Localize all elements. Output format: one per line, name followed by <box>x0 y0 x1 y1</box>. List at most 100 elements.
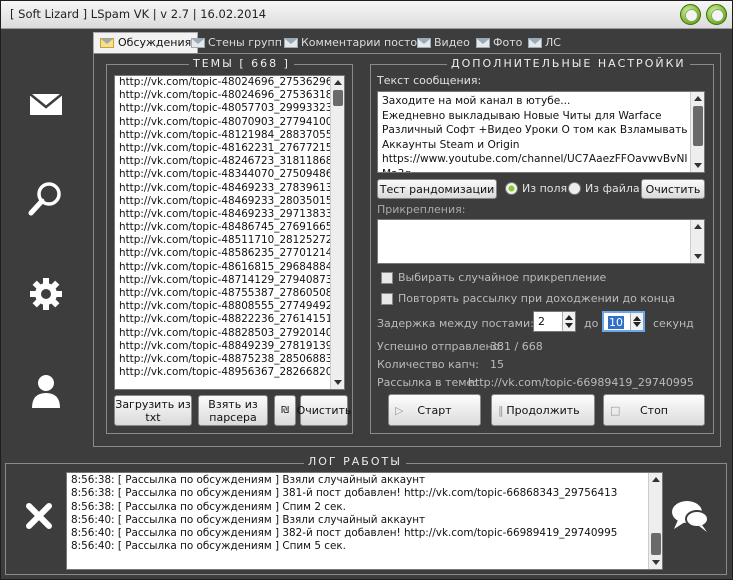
delay-to-label: до <box>584 317 599 330</box>
repeat-mailing-checkbox[interactable] <box>381 293 393 305</box>
log-scrollbar[interactable] <box>648 473 662 569</box>
topic-row[interactable]: http://vk.com/topic-48808555_27749492 <box>115 300 344 313</box>
log-panel: ЛОГ РАБОТЫ 8:56:38: [ Рассылка по обсужд… <box>5 455 727 575</box>
log-row: 8:56:40: [ Рассылка по обсуждениям ] 382… <box>71 527 618 540</box>
topic-row[interactable]: http://vk.com/topic-48162231_27677215 <box>115 142 344 155</box>
log-textarea[interactable]: 8:56:38: [ Рассылка по обсуждениям ] Взя… <box>66 472 663 570</box>
topic-row[interactable]: http://vk.com/topic-48755387_27860508 <box>115 287 344 300</box>
topic-row[interactable]: http://vk.com/topic-48121984_28837055 <box>115 129 344 142</box>
message-scrollbar[interactable] <box>690 92 704 172</box>
envelope-icon <box>417 38 431 48</box>
random-attachment-label: Выбирать случайное прикрепление <box>398 271 607 284</box>
captcha-value: 15 <box>490 358 504 371</box>
log-row: 8:56:40: [ Рассылка по обсуждениям ] Взя… <box>71 513 426 526</box>
app-window: [ Soft Lizard ] LSpam VK | v 2.7 | 16.02… <box>0 0 733 580</box>
envelope-icon <box>100 38 114 48</box>
topics-panel: ТЕМЫ [ 668 ] http://vk.com/topic-4802469… <box>106 57 353 434</box>
topic-row[interactable]: http://vk.com/topic-48469233_28035015 <box>115 195 344 208</box>
envelope-icon <box>191 38 205 48</box>
tab-content: ТЕМЫ [ 668 ] http://vk.com/topic-4802469… <box>93 53 721 447</box>
tab-private-messages[interactable]: ЛС <box>526 35 561 52</box>
topics-list[interactable]: http://vk.com/topic-48024696_27536296 htt… <box>114 75 345 390</box>
tab-photo[interactable]: Фото <box>474 35 522 52</box>
from-field-radio[interactable] <box>505 182 518 195</box>
continue-label: Продолжить <box>506 403 580 417</box>
search-icon[interactable] <box>27 179 65 217</box>
tab-label: Видео <box>434 36 470 49</box>
spinner-arrows-icon[interactable] <box>630 313 643 330</box>
close-button[interactable] <box>706 4 727 25</box>
topic-row[interactable]: http://vk.com/topic-48246723_31811868 <box>115 155 344 168</box>
start-button[interactable]: ▷ Старт <box>388 394 481 426</box>
tab-discussions[interactable]: Обсуждения <box>93 32 199 53</box>
attachments-textarea[interactable] <box>377 219 705 264</box>
continue-button[interactable]: ‖ Продолжить <box>491 394 595 426</box>
delay-to-spinner[interactable]: 10 <box>602 311 645 332</box>
topic-row[interactable]: http://vk.com/topic-48070903_27794100 <box>115 116 344 129</box>
log-legend: ЛОГ РАБОТЫ <box>304 455 406 468</box>
message-textarea[interactable]: Заходите на мой канал в ютубе... Ежедневн… <box>377 91 705 173</box>
minimize-button[interactable] <box>680 4 701 25</box>
current-topic-label: Рассылка в теме: <box>377 376 477 389</box>
message-line: Аккаунты Steam и Origin <box>382 138 520 151</box>
tab-label: Фото <box>493 36 523 49</box>
envelope-icon <box>528 38 542 48</box>
load-from-txt-button[interactable]: Загрузить из txt <box>114 395 192 426</box>
tab-label: Стены групп <box>208 36 282 49</box>
clear-topics-button[interactable]: Очистить <box>297 395 351 426</box>
gear-icon[interactable] <box>27 275 65 313</box>
topic-row[interactable]: http://vk.com/topic-48714129_27940873 <box>115 274 344 287</box>
topic-row[interactable]: http://vk.com/topic-48344070_27509486 <box>115 168 344 181</box>
topic-row[interactable]: http://vk.com/topic-48469233_29713833 <box>115 208 344 221</box>
user-icon[interactable] <box>27 371 65 409</box>
take-from-parser-button[interactable]: Взять из парсера <box>198 395 268 426</box>
random-attachment-checkbox[interactable] <box>381 272 393 284</box>
tab-bar: Обсуждения Стены групп Комментарии посто… <box>93 32 643 53</box>
refresh-button[interactable]: ₪ <box>274 395 296 426</box>
topic-row[interactable]: http://vk.com/topic-48956367_28266820 <box>115 366 344 379</box>
tab-group-walls[interactable]: Стены групп <box>189 35 282 52</box>
topic-row[interactable]: http://vk.com/topic-48828503_27920140 <box>115 327 344 340</box>
delay-from-spinner[interactable]: 2 <box>533 311 576 332</box>
message-line: Заходите на мой канал в ютубе... <box>382 95 571 107</box>
clear-message-button[interactable]: Очистить <box>641 179 705 199</box>
chat-icon[interactable] <box>670 498 710 534</box>
topic-row[interactable]: http://vk.com/topic-48849239_27819139 <box>115 340 344 353</box>
stop-button[interactable]: □ Стоп <box>603 394 705 426</box>
tab-post-comments[interactable]: Комментарии постов <box>282 35 424 52</box>
topic-row[interactable]: http://vk.com/topic-48486745_27691665 <box>115 221 344 234</box>
spinner-arrows-icon[interactable] <box>562 312 575 331</box>
topics-legend: ТЕМЫ [ 668 ] <box>189 57 294 70</box>
topic-row[interactable]: http://vk.com/topic-48586235_27701214 <box>115 247 344 260</box>
play-icon: ▷ <box>395 404 404 417</box>
title-bar[interactable]: [ Soft Lizard ] LSpam VK | v 2.7 | 16.02… <box>1 1 732 29</box>
mail-icon[interactable] <box>27 85 65 123</box>
topic-row[interactable]: http://vk.com/topic-48057703_29993323 <box>115 102 344 115</box>
message-label: Текст сообщения: <box>377 74 482 87</box>
log-row: 8:56:38: [ Рассылка по обсуждениям ] Взя… <box>71 474 426 486</box>
stop-label: Стоп <box>639 403 668 417</box>
close-icon[interactable] <box>24 501 54 531</box>
attachments-scrollbar[interactable] <box>690 220 704 263</box>
log-row: 8:56:38: [ Рассылка по обсуждениям ] 381… <box>71 487 618 500</box>
message-line: Различный Софт +Видео Уроки О том как Вз… <box>382 124 688 136</box>
topic-row[interactable]: http://vk.com/topic-48024696_27536318 <box>115 89 344 102</box>
tab-label: Комментарии постов <box>301 36 424 49</box>
log-row: 8:56:40: [ Рассылка по обсуждениям ] Спи… <box>71 540 346 553</box>
from-field-label: Из поля <box>522 182 568 195</box>
tab-video[interactable]: Видео <box>415 35 470 52</box>
topic-row[interactable]: http://vk.com/topic-48511710_28125272 <box>115 234 344 247</box>
topic-row[interactable]: http://vk.com/topic-48024696_27536296 <box>115 76 344 89</box>
envelope-icon <box>284 38 298 48</box>
tab-label: ЛС <box>545 36 561 49</box>
topic-row[interactable]: http://vk.com/topic-48469233_27839613 <box>115 182 344 195</box>
message-line: Ma3g <box>382 167 688 173</box>
test-randomization-button[interactable]: Тест рандомизации <box>377 179 497 199</box>
topics-scrollbar[interactable] <box>330 76 344 389</box>
attachments-label: Прикрепления: <box>377 203 466 216</box>
topic-row[interactable]: http://vk.com/topic-48822236_27614151 <box>115 313 344 326</box>
topic-row[interactable]: http://vk.com/topic-48875238_28506883 <box>115 353 344 366</box>
delay-to-value: 10 <box>608 316 624 329</box>
from-file-radio[interactable] <box>568 182 581 195</box>
topic-row[interactable]: http://vk.com/topic-48616815_29684884 <box>115 261 344 274</box>
